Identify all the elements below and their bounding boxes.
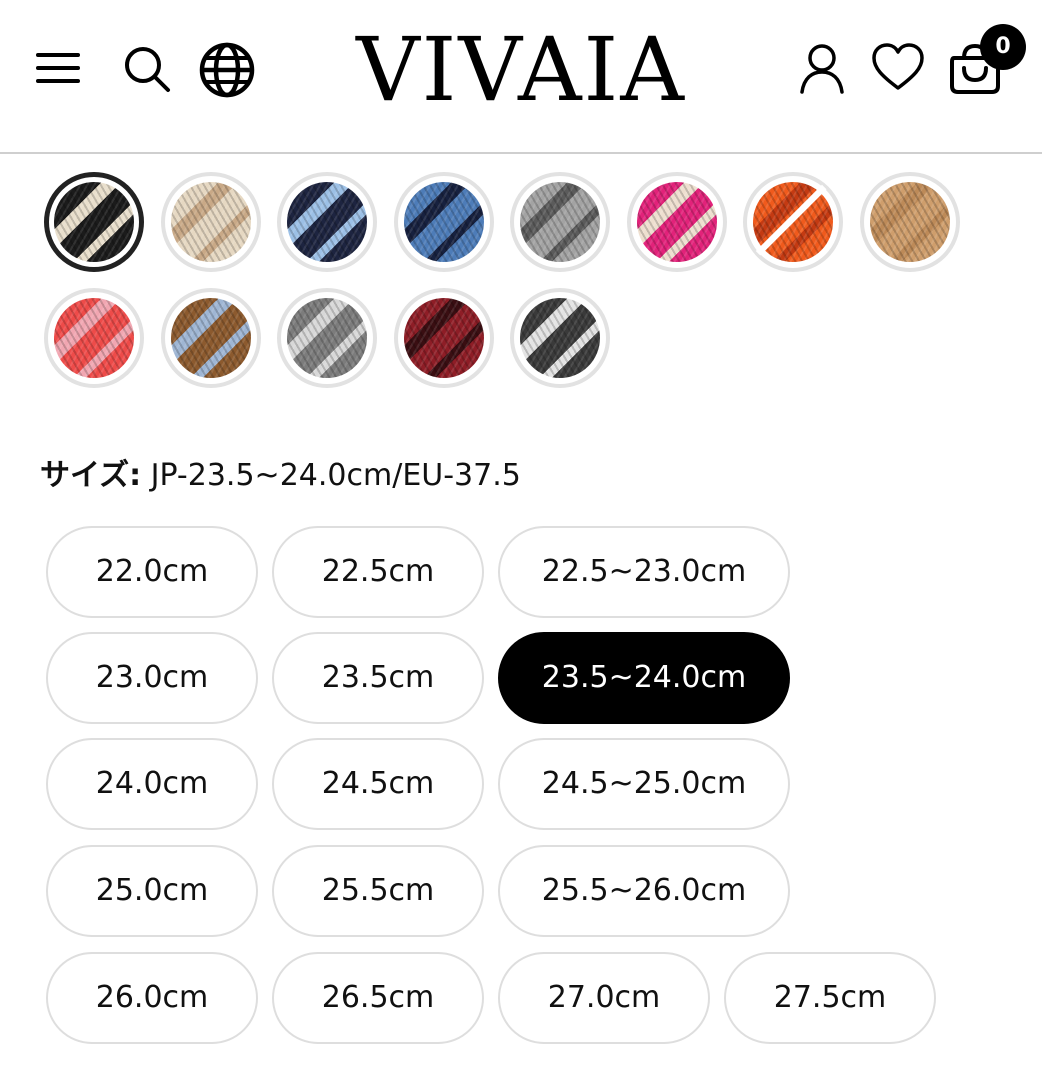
heart-icon[interactable] bbox=[870, 42, 926, 94]
site-header: VIVAIA 0 bbox=[0, 0, 1042, 154]
color-swatch-orange[interactable] bbox=[743, 172, 843, 272]
color-swatch-brown-plaid[interactable] bbox=[161, 288, 261, 388]
swatch-fabric bbox=[287, 182, 367, 262]
color-swatch-denim-blue[interactable] bbox=[394, 172, 494, 272]
account-icon[interactable] bbox=[798, 42, 846, 96]
color-swatch-grey[interactable] bbox=[510, 172, 610, 272]
swatch-fabric bbox=[54, 182, 134, 262]
size-option-button[interactable]: 27.5cm bbox=[724, 952, 936, 1044]
size-option-button[interactable]: 23.5~24.0cm bbox=[498, 632, 790, 724]
search-icon[interactable] bbox=[122, 44, 172, 94]
size-option-button[interactable]: 25.5~26.0cm bbox=[498, 845, 790, 937]
swatch-fabric bbox=[404, 298, 484, 378]
size-option-button[interactable]: 25.5cm bbox=[272, 845, 484, 937]
size-label-value: JP-23.5~24.0cm/EU-37.5 bbox=[150, 458, 521, 493]
size-option-button[interactable]: 23.5cm bbox=[272, 632, 484, 724]
color-swatch-grey-pattern[interactable] bbox=[277, 288, 377, 388]
size-option-button[interactable]: 26.0cm bbox=[46, 952, 258, 1044]
color-swatch-pink[interactable] bbox=[627, 172, 727, 272]
menu-icon[interactable] bbox=[34, 50, 82, 86]
color-swatch-camel[interactable] bbox=[860, 172, 960, 272]
color-swatch-coral-multi[interactable] bbox=[44, 288, 144, 388]
size-option-button[interactable]: 22.0cm bbox=[46, 526, 258, 618]
swatch-fabric bbox=[637, 182, 717, 262]
size-label-title: サイズ: bbox=[40, 458, 142, 493]
swatch-fabric bbox=[870, 182, 950, 262]
size-option-button[interactable]: 22.5cm bbox=[272, 526, 484, 618]
swatch-fabric bbox=[753, 182, 833, 262]
swatch-fabric bbox=[520, 182, 600, 262]
swatch-fabric bbox=[171, 298, 251, 378]
swatch-fabric bbox=[54, 298, 134, 378]
size-option-button[interactable]: 27.0cm bbox=[498, 952, 710, 1044]
color-swatch-black-white-pattern[interactable] bbox=[510, 288, 610, 388]
size-selection-label: サイズ: JP-23.5~24.0cm/EU-37.5 bbox=[40, 456, 521, 496]
size-option-button[interactable]: 25.0cm bbox=[46, 845, 258, 937]
size-option-button[interactable]: 24.0cm bbox=[46, 738, 258, 830]
size-option-button[interactable]: 24.5~25.0cm bbox=[498, 738, 790, 830]
size-option-button[interactable]: 24.5cm bbox=[272, 738, 484, 830]
size-option-button[interactable]: 23.0cm bbox=[46, 632, 258, 724]
swatch-fabric bbox=[404, 182, 484, 262]
brand-logo[interactable]: VIVAIA bbox=[250, 22, 792, 118]
color-swatch-black[interactable] bbox=[44, 172, 144, 272]
size-option-button[interactable]: 22.5~23.0cm bbox=[498, 526, 790, 618]
globe-icon[interactable] bbox=[198, 42, 256, 98]
color-swatch-beige[interactable] bbox=[161, 172, 261, 272]
swatch-fabric bbox=[520, 298, 600, 378]
swatch-fabric bbox=[287, 298, 367, 378]
cart-count-badge: 0 bbox=[980, 24, 1026, 70]
size-option-button[interactable]: 26.5cm bbox=[272, 952, 484, 1044]
swatch-fabric bbox=[171, 182, 251, 262]
color-swatch-navy[interactable] bbox=[277, 172, 377, 272]
color-swatch-burgundy[interactable] bbox=[394, 288, 494, 388]
